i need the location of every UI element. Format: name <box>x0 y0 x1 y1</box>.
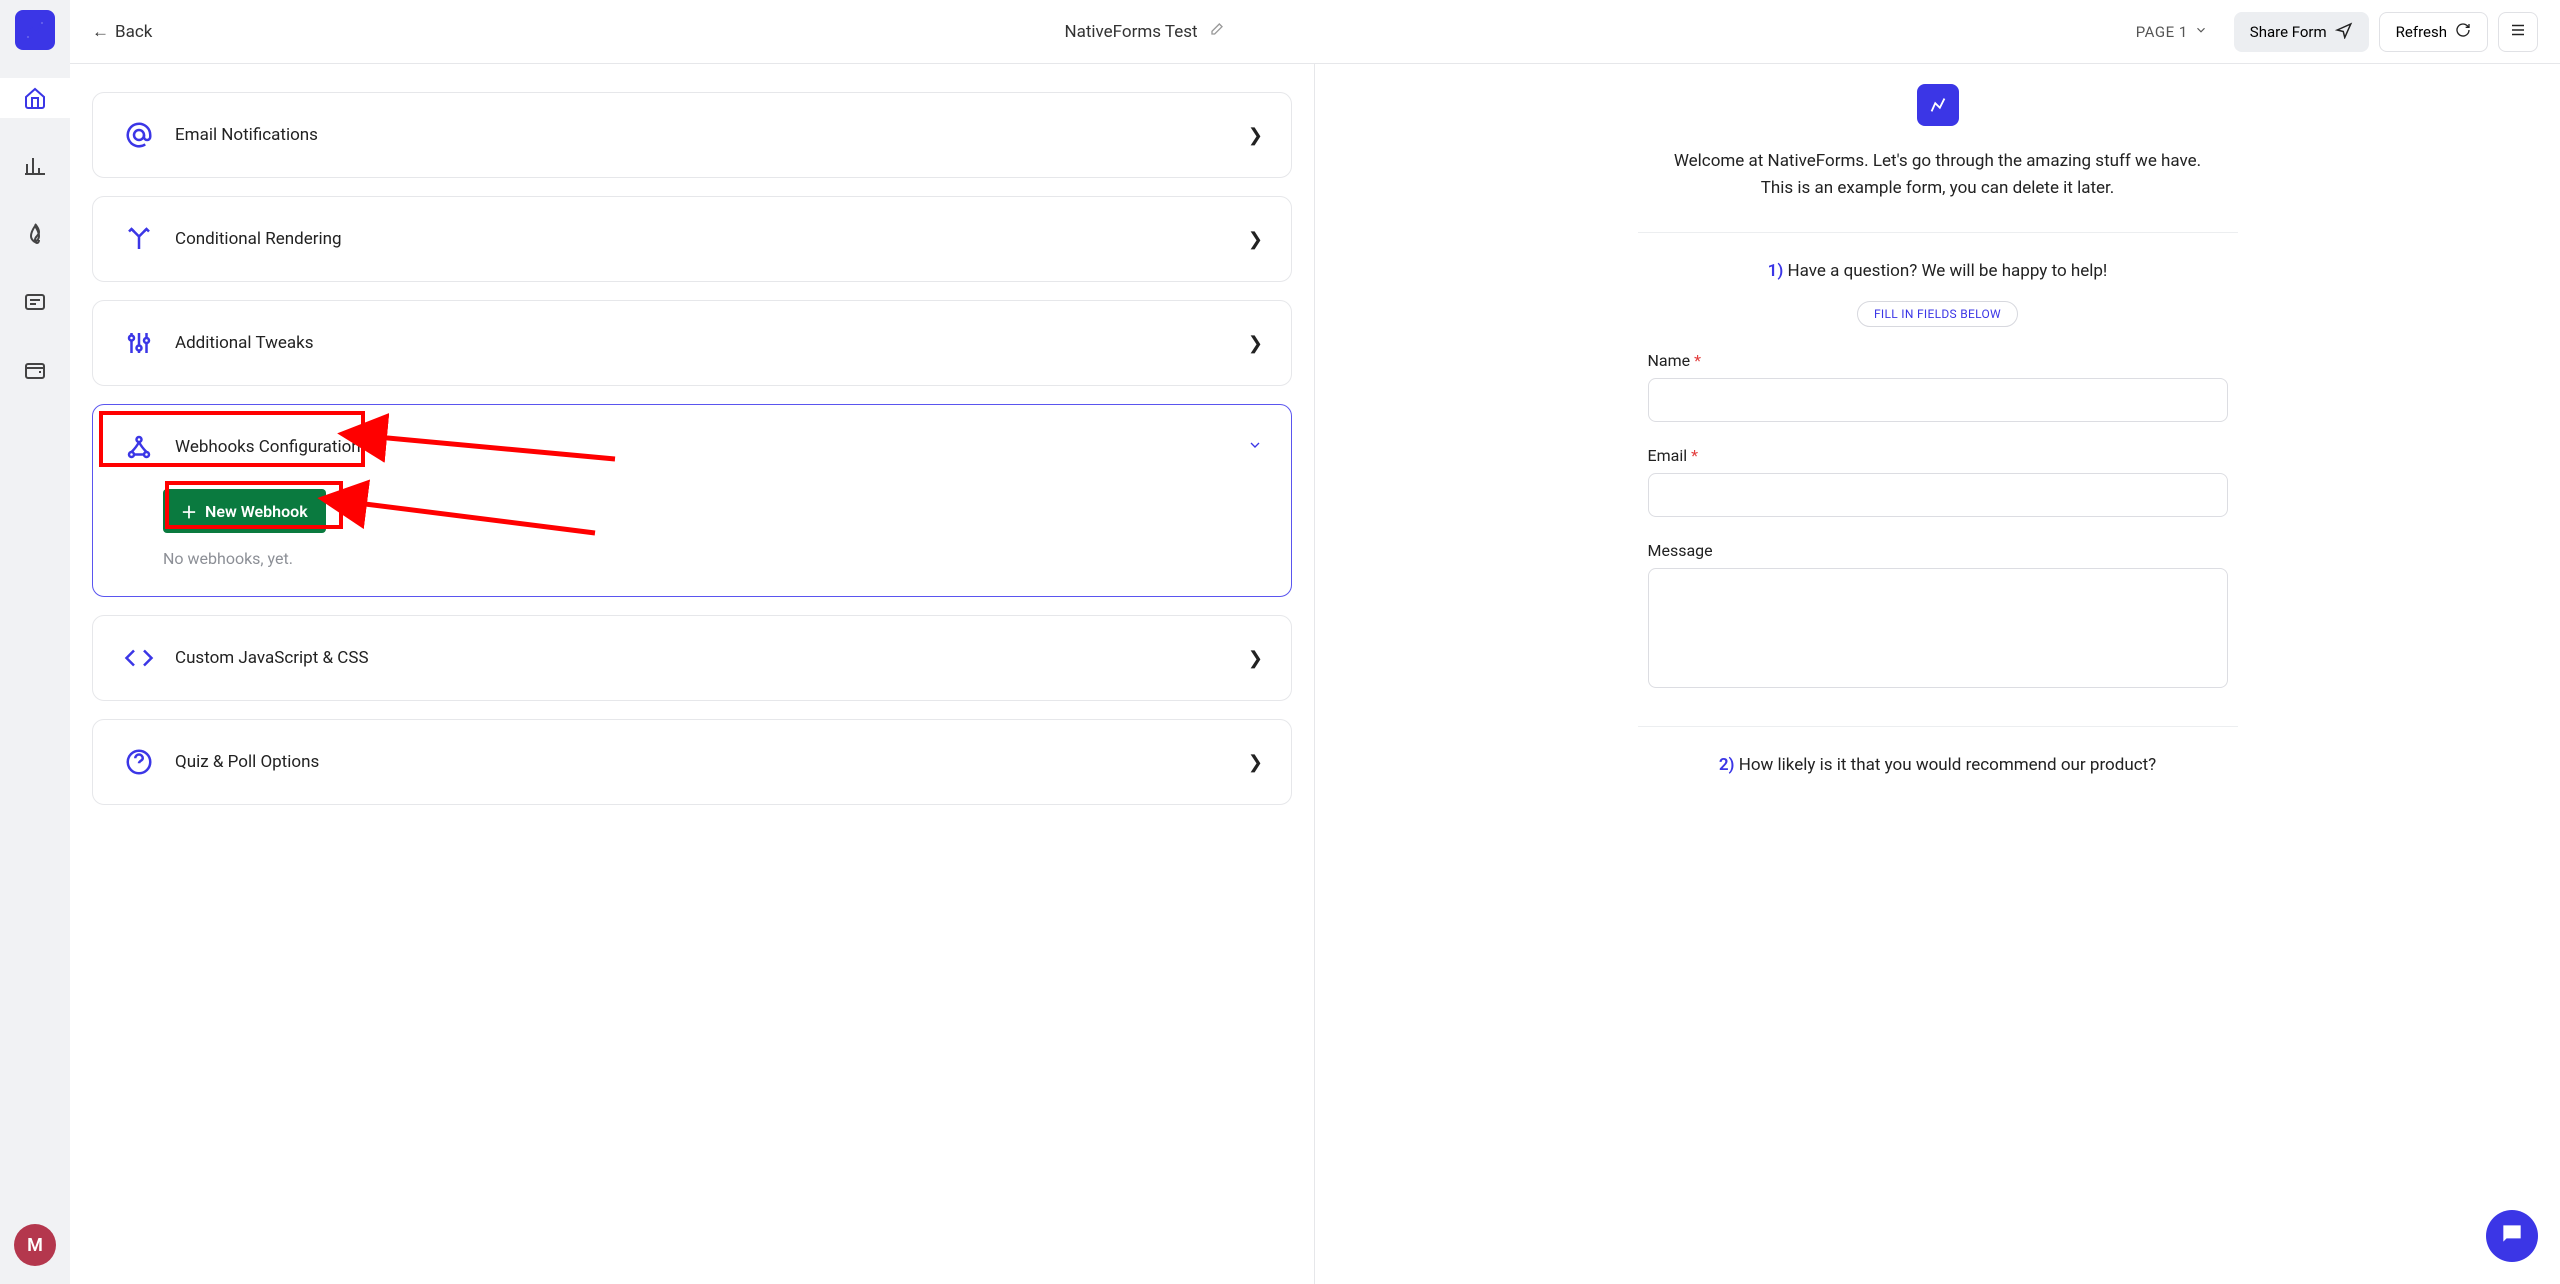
card-label: Email Notifications <box>175 125 1230 145</box>
share-label: Share Form <box>2250 23 2327 41</box>
message-field-label: Message <box>1648 541 2228 560</box>
refresh-icon <box>2455 22 2471 42</box>
card-email-notifications[interactable]: Email Notifications ❯ <box>92 92 1292 178</box>
card-label: Webhooks Configuration <box>175 437 1229 457</box>
card-conditional-rendering[interactable]: Conditional Rendering ❯ <box>92 196 1292 282</box>
page-selector[interactable]: PAGE 1 <box>2136 23 2218 41</box>
chevron-right-icon: ❯ <box>1248 229 1263 250</box>
chevron-right-icon: ❯ <box>1248 125 1263 146</box>
refresh-button[interactable]: Refresh <box>2379 12 2488 52</box>
email-input[interactable] <box>1648 473 2228 517</box>
card-label: Additional Tweaks <box>175 333 1230 353</box>
question-1-title: 1) Have a question? We will be happy to … <box>1648 261 2228 281</box>
hamburger-icon <box>2509 21 2527 43</box>
card-quiz-poll[interactable]: Quiz & Poll Options ❯ <box>92 719 1292 805</box>
question-number: 2) <box>1719 755 1735 775</box>
webhooks-empty-message: No webhooks, yet. <box>163 549 1263 568</box>
top-bar: ← Back NativeForms Test PAGE 1 Share For… <box>70 0 2560 64</box>
user-avatar[interactable]: M <box>14 1224 56 1266</box>
app-logo <box>15 10 55 50</box>
name-field-label: Name * <box>1648 351 2228 370</box>
code-icon <box>121 640 157 676</box>
nav-wallet[interactable] <box>15 350 55 390</box>
chevron-right-icon: ❯ <box>1248 333 1263 354</box>
new-webhook-button[interactable]: ＋ New Webhook <box>163 489 326 533</box>
chevron-down-icon <box>2194 23 2208 41</box>
card-custom-js-css[interactable]: Custom JavaScript & CSS ❯ <box>92 615 1292 701</box>
chat-icon <box>2499 1221 2525 1251</box>
chevron-down-icon <box>1247 437 1263 458</box>
nav-analytics[interactable] <box>15 146 55 186</box>
card-label: Conditional Rendering <box>175 229 1230 249</box>
settings-panel: Email Notifications ❯ Conditional Render… <box>70 64 1315 1284</box>
question-icon <box>121 744 157 780</box>
left-nav-rail: M <box>0 0 70 1284</box>
page-selector-label: PAGE 1 <box>2136 23 2188 41</box>
send-icon <box>2335 21 2353 43</box>
sliders-icon <box>121 325 157 361</box>
question-text: Have a question? We will be happy to hel… <box>1788 261 2108 281</box>
nav-messages[interactable] <box>15 282 55 322</box>
chevron-right-icon: ❯ <box>1248 648 1263 669</box>
branch-icon <box>121 221 157 257</box>
card-additional-tweaks[interactable]: Additional Tweaks ❯ <box>92 300 1292 386</box>
name-input[interactable] <box>1648 378 2228 422</box>
plus-icon: ＋ <box>181 499 197 523</box>
at-icon <box>121 117 157 153</box>
nav-home[interactable] <box>0 78 70 118</box>
fill-fields-hint: FILL IN FIELDS BELOW <box>1857 301 2018 327</box>
intercom-launcher[interactable] <box>2486 1210 2538 1262</box>
webhook-icon <box>121 429 157 465</box>
email-field-label: Email * <box>1648 446 2228 465</box>
back-button[interactable]: ← Back <box>92 22 152 42</box>
nav-fire[interactable] <box>15 214 55 254</box>
required-indicator: * <box>1694 351 1701 370</box>
arrow-left-icon: ← <box>92 22 109 42</box>
question-number: 1) <box>1768 261 1784 281</box>
preview-logo <box>1917 84 1959 126</box>
preview-welcome-text: Welcome at NativeForms. Let's go through… <box>1638 148 2238 232</box>
refresh-label: Refresh <box>2396 23 2447 41</box>
share-form-button[interactable]: Share Form <box>2234 12 2369 52</box>
card-label: Custom JavaScript & CSS <box>175 648 1230 668</box>
card-label: Quiz & Poll Options <box>175 752 1230 772</box>
chevron-right-icon: ❯ <box>1248 752 1263 773</box>
edit-title-icon[interactable] <box>1208 22 1224 42</box>
menu-button[interactable] <box>2498 12 2538 52</box>
question-text: How likely is it that you would recommen… <box>1739 755 2156 775</box>
question-2-title: 2) How likely is it that you would recom… <box>1648 755 2228 775</box>
new-webhook-label: New Webhook <box>205 502 308 521</box>
card-webhooks-configuration[interactable]: Webhooks Configuration ＋ New Webhook No … <box>92 404 1292 597</box>
back-label: Back <box>115 22 152 42</box>
form-preview: Welcome at NativeForms. Let's go through… <box>1315 64 2560 1284</box>
message-textarea[interactable] <box>1648 568 2228 688</box>
required-indicator: * <box>1691 446 1698 465</box>
form-title: NativeForms Test <box>1064 22 1197 42</box>
